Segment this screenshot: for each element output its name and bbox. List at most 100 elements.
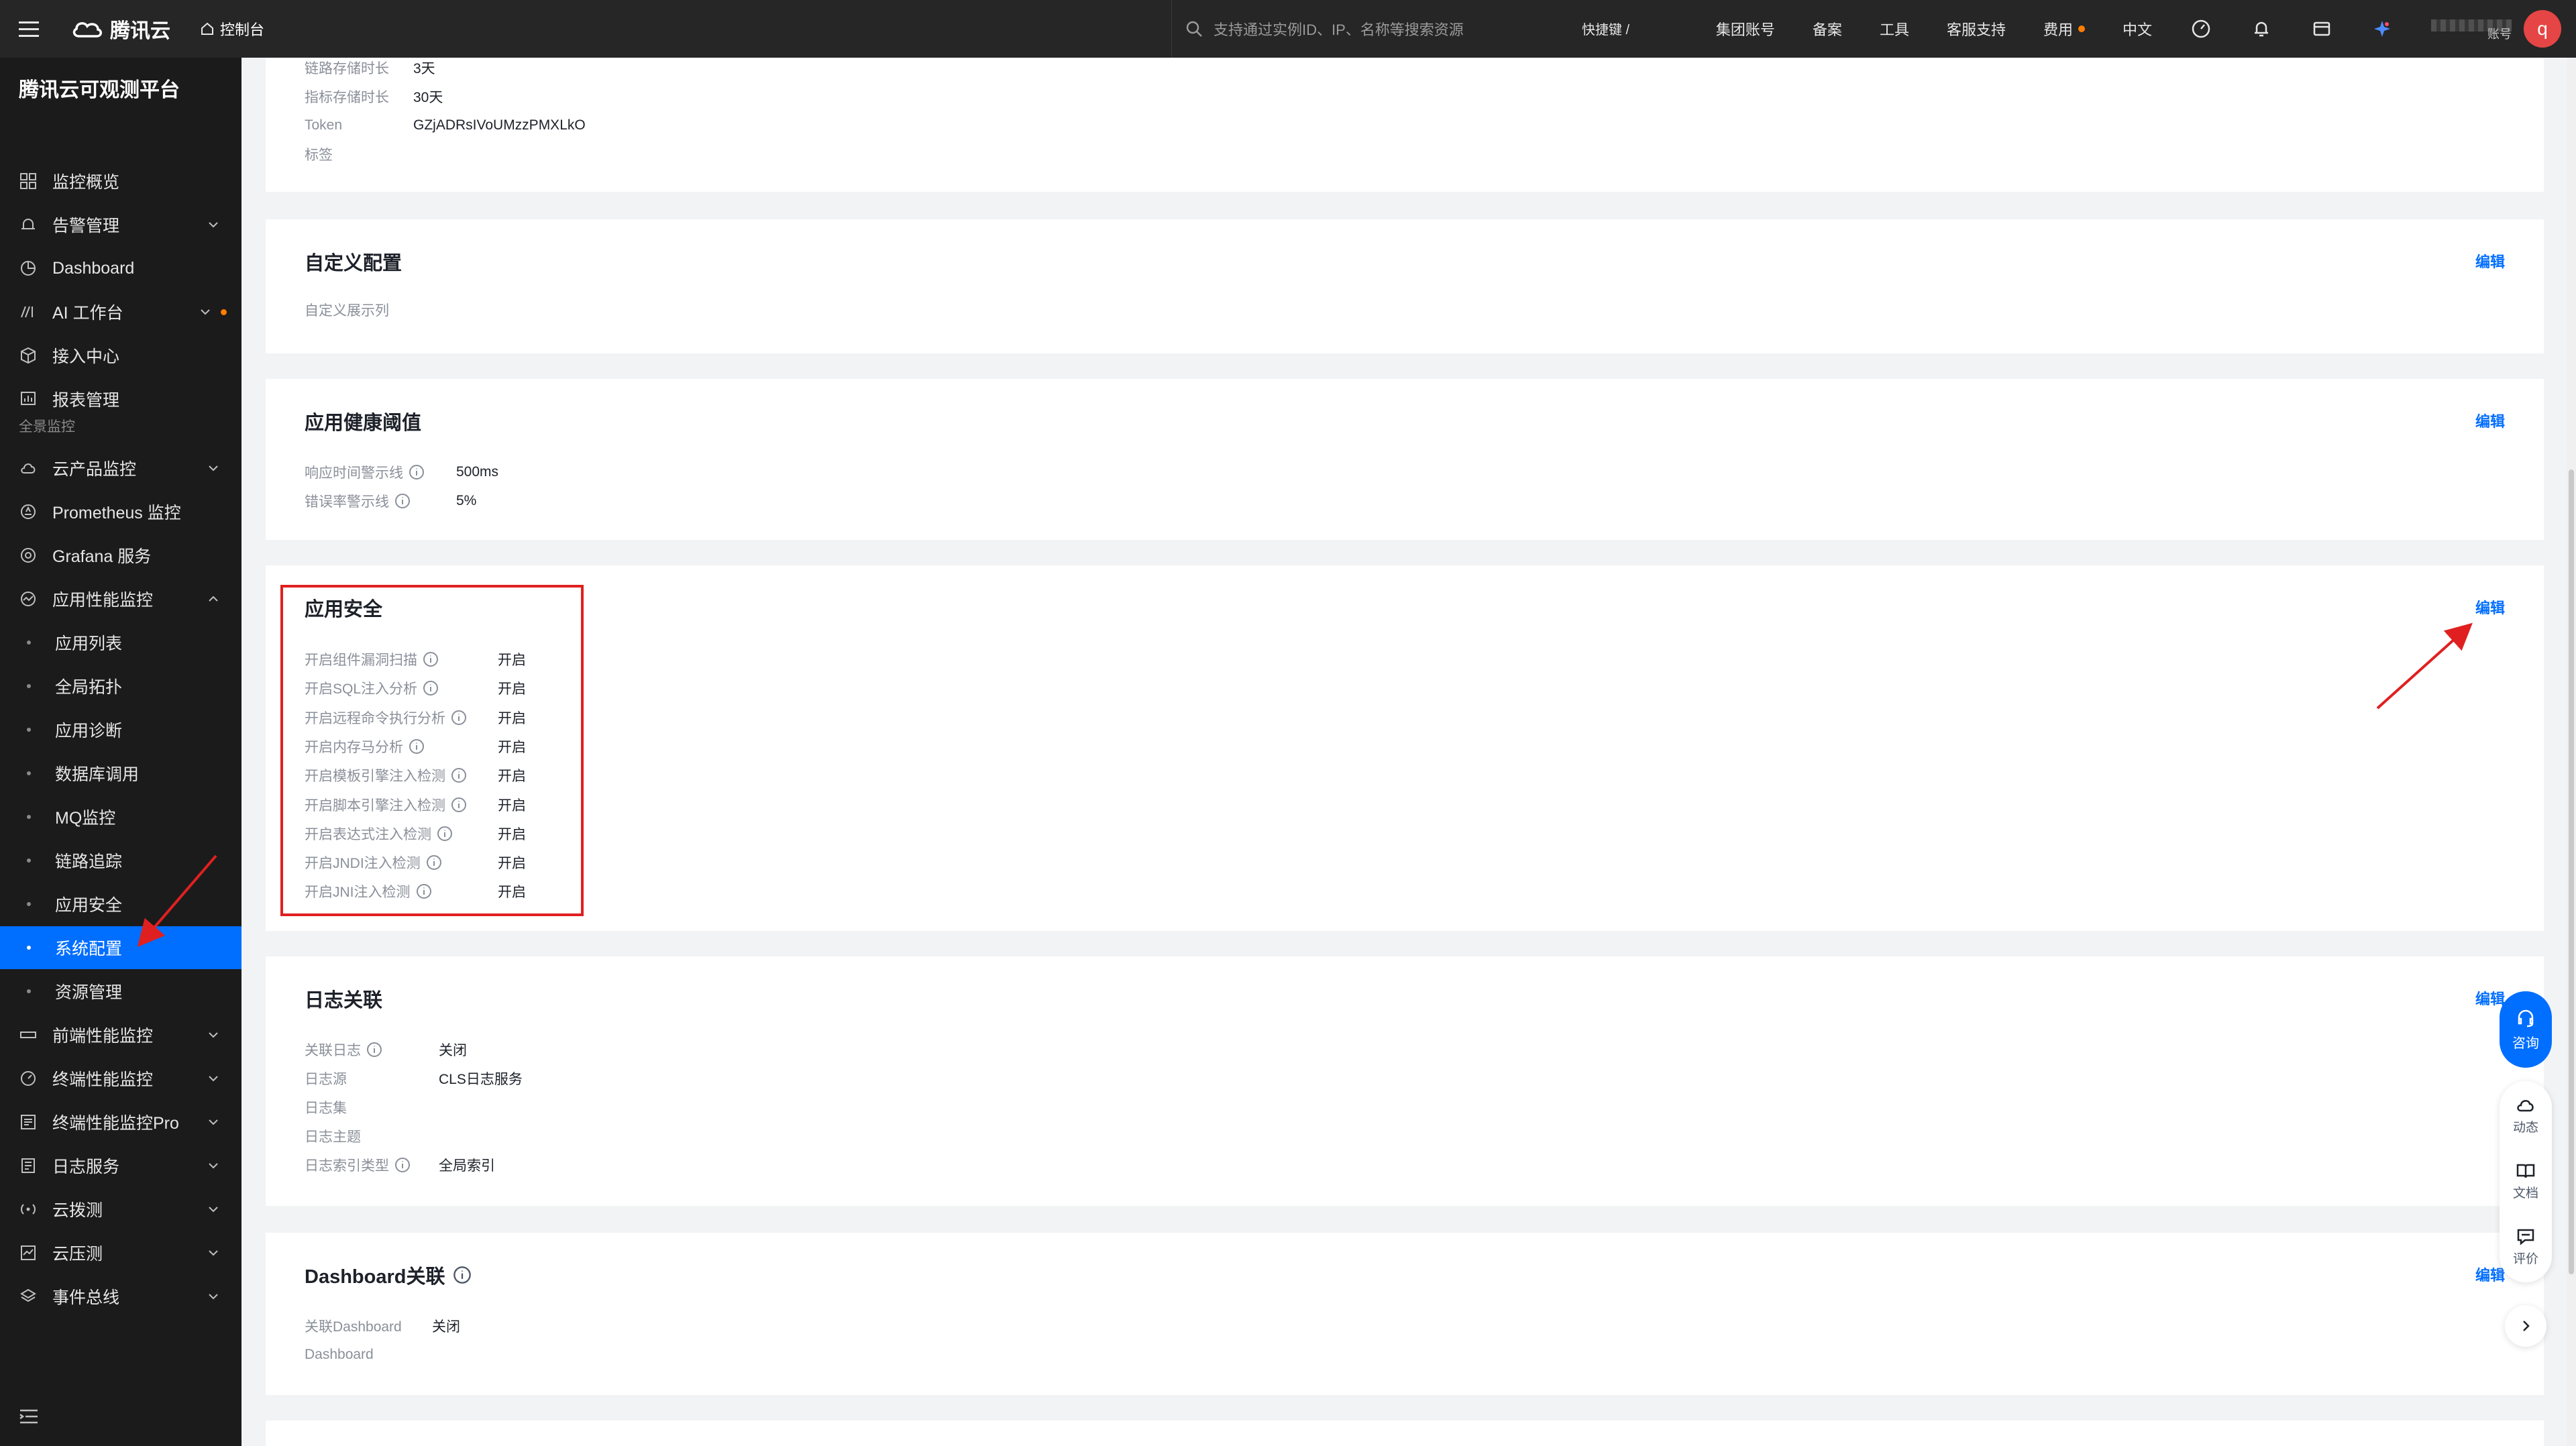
home-icon — [201, 22, 213, 35]
collapse-tools-button[interactable] — [2505, 1305, 2546, 1347]
support-link[interactable]: 客服支持 — [1947, 18, 2006, 40]
bell-icon[interactable] — [2250, 17, 2273, 40]
sidebar-item-terminal-perf-pro[interactable]: 终端性能监控Pro — [0, 1101, 241, 1144]
filing-link[interactable]: 备案 — [1813, 18, 1842, 40]
kv-key-text: 日志索引类型 — [305, 1158, 389, 1174]
gauge-icon[interactable] — [2190, 17, 2212, 40]
kv-key-text: 关联日志 — [305, 1043, 361, 1058]
sidebar-item-cloud-monitor[interactable]: 云产品监控 — [0, 447, 241, 490]
sidebar-item-label: 接入中心 — [52, 347, 120, 366]
kv-row: 日志主题 — [305, 1126, 361, 1146]
sidebar-subitem-diagnosis[interactable]: 应用诊断 — [0, 708, 241, 751]
consult-button[interactable]: 咨询 — [2500, 991, 2552, 1068]
edit-health-threshold-button[interactable]: 编辑 — [2475, 410, 2505, 431]
activity-button[interactable]: 动态 — [2500, 1096, 2552, 1135]
kv-value: CLS日志服务 — [439, 1072, 523, 1087]
sidebar-subitem-app-security[interactable]: 应用安全 — [0, 883, 241, 926]
sidebar-item-grafana[interactable]: Grafana 服务 — [0, 534, 241, 577]
sidebar-item-dashboard[interactable]: Dashboard — [0, 247, 241, 290]
tools-link[interactable]: 工具 — [1880, 18, 1909, 40]
kv-key: Dashboard — [305, 1347, 374, 1362]
global-search[interactable]: 支持通过实例ID、IP、名称等搜索资源 — [1171, 0, 1547, 58]
chevron-down-icon — [209, 222, 218, 228]
info-icon[interactable] — [366, 1042, 382, 1058]
sidebar-item-label: 应用性能监控 — [52, 591, 154, 610]
chevron-down-icon — [209, 1250, 218, 1256]
apm-icon — [17, 588, 39, 610]
avatar[interactable]: q — [2524, 10, 2561, 48]
sidebar-item-label: 云压测 — [52, 1245, 103, 1264]
info-icon[interactable] — [453, 1266, 472, 1284]
account-menu[interactable]: 账号 — [2431, 15, 2512, 42]
sidebar-item-label: 云产品监控 — [52, 460, 137, 479]
scrollbar-thumb[interactable] — [2569, 469, 2574, 1274]
section-title-text: Dashboard关联 — [305, 1266, 445, 1288]
sidebar-subitem-app-list[interactable]: 应用列表 — [0, 621, 241, 664]
edit-app-security-button[interactable]: 编辑 — [2475, 596, 2505, 618]
section-title: 应用健康阈值 — [305, 412, 422, 434]
sidebar-item-log-service[interactable]: 日志服务 — [0, 1144, 241, 1187]
sidebar-item-overview[interactable]: 监控概览 — [0, 160, 241, 203]
health-threshold-card: 应用健康阈值 编辑 响应时间警示线 500ms 错误率警示线 5% — [266, 379, 2544, 540]
sidebar-item-terminal-perf[interactable]: 终端性能监控 — [0, 1057, 241, 1100]
info-icon[interactable] — [394, 1157, 411, 1173]
sidebar-item-ai-workbench[interactable]: AI 工作台 — [0, 290, 241, 333]
kv-row: Token GZjADRsIVoUMzzPMXLkO — [305, 115, 586, 135]
ai-assistant-icon[interactable] — [2371, 17, 2394, 40]
book-icon — [2516, 1164, 2535, 1178]
sidebar-item-cloud-probe[interactable]: 云拨测 — [0, 1188, 241, 1231]
billing-link[interactable]: 费用 — [2043, 18, 2085, 40]
docs-button[interactable]: 文档 — [2500, 1162, 2552, 1201]
kv-row: 标签 — [305, 144, 333, 164]
sidebar-item-event-bus[interactable]: 事件总线 — [0, 1275, 241, 1318]
collapse-sidebar-icon[interactable] — [19, 1408, 39, 1429]
alarm-icon — [17, 214, 39, 235]
sidebar-item-prometheus[interactable]: Prometheus 监控 — [0, 490, 241, 533]
sidebar-subitem-system-config[interactable]: 系统配置 — [0, 926, 241, 969]
group-account-link[interactable]: 集团账号 — [1716, 18, 1775, 40]
sidebar-item-rum[interactable]: 前端性能监控 — [0, 1013, 241, 1056]
section-title: 日志关联 — [305, 990, 383, 1011]
comment-icon — [2517, 1229, 2534, 1245]
floating-toolbar: 动态 文档 评价 — [2500, 1081, 2552, 1282]
sidebar-subitem-topology[interactable]: 全局拓扑 — [0, 665, 241, 708]
info-icon[interactable] — [394, 493, 411, 509]
hamburger-menu-icon[interactable] — [0, 0, 58, 58]
language-link[interactable]: 中文 — [2123, 18, 2152, 40]
sidebar-item-label: 应用安全 — [55, 896, 123, 915]
sidebar-item-apm[interactable]: 应用性能监控 — [0, 577, 241, 620]
edit-custom-config-button[interactable]: 编辑 — [2475, 250, 2505, 272]
sidebar-item-label: 日志服务 — [52, 1158, 120, 1176]
kv-row: 链路存储时长 3天 — [305, 58, 435, 78]
sidebar: 腾讯云可观测平台 监控概览 告警管理 Dashboard AI 工作台 接入中心… — [0, 58, 241, 1446]
kv-value: 关闭 — [432, 1319, 460, 1335]
sidebar-item-label: 报表管理 — [52, 391, 120, 410]
log-icon — [17, 1155, 39, 1176]
kv-row: 日志集 — [305, 1097, 347, 1117]
chevron-down-icon — [209, 1207, 218, 1213]
sidebar-subitem-resource-mgmt[interactable]: 资源管理 — [0, 970, 241, 1013]
custom-config-card: 自定义配置 编辑 自定义展示列 — [266, 219, 2544, 353]
sidebar-item-label: 云拨测 — [52, 1201, 103, 1220]
brand-logo[interactable]: 腾讯云 — [71, 14, 170, 44]
chevron-down-icon — [209, 465, 218, 471]
sidebar-item-reports[interactable]: 报表管理 — [0, 378, 241, 421]
sidebar-item-label: Dashboard — [52, 258, 135, 278]
ticket-icon[interactable] — [2310, 17, 2333, 40]
kv-key: 自定义展示列 — [305, 303, 389, 319]
sidebar-item-cloud-pressure[interactable]: 云压测 — [0, 1231, 241, 1274]
console-label: 控制台 — [220, 21, 265, 38]
info-icon[interactable] — [409, 464, 425, 480]
sidebar-subitem-db-calls[interactable]: 数据库调用 — [0, 752, 241, 795]
console-link[interactable]: 控制台 — [200, 18, 264, 40]
section-title: 自定义配置 — [305, 253, 402, 274]
sidebar-item-access-center[interactable]: 接入中心 — [0, 334, 241, 377]
review-button[interactable]: 评价 — [2500, 1227, 2552, 1267]
sidebar-subitem-tracing[interactable]: 链路追踪 — [0, 839, 241, 882]
edit-log-association-button[interactable]: 编辑 — [2475, 987, 2505, 1009]
log-association-card: 日志关联 编辑 关联日志 关闭 日志源 CLS日志服务 日志集 日志主题 日志索引… — [266, 956, 2544, 1206]
sidebar-item-label: 系统配置 — [55, 940, 123, 958]
sidebar-subitem-mq[interactable]: MQ监控 — [0, 795, 241, 838]
kv-key: 日志索引类型 — [305, 1155, 411, 1175]
sidebar-item-alarm[interactable]: 告警管理 — [0, 203, 241, 246]
